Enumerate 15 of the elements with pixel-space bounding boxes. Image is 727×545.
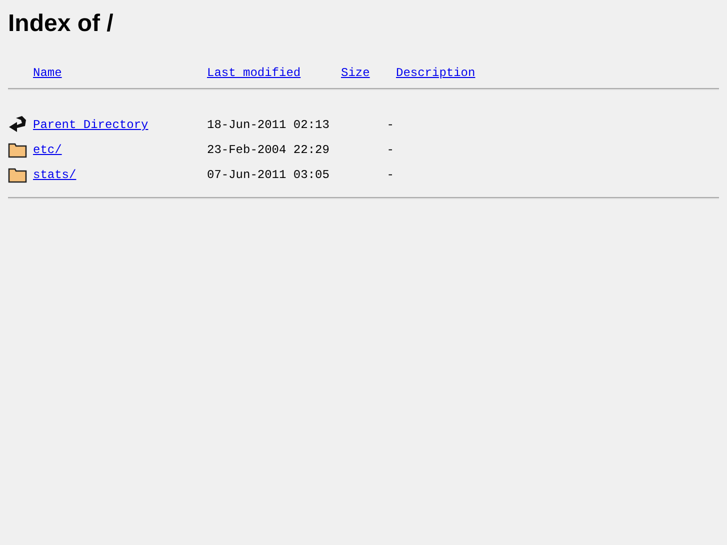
file-size: - (386, 118, 395, 132)
file-size: - (386, 168, 395, 182)
page-title: Index of / (8, 9, 114, 39)
modified-date: 23-Feb-2004 22:29 (207, 143, 330, 157)
file-link[interactable]: etc/ (33, 143, 62, 157)
modified-date: 18-Jun-2011 02:13 (207, 118, 330, 132)
file-link[interactable]: Parent Directory (33, 118, 148, 132)
modified-date: 07-Jun-2011 03:05 (207, 168, 330, 182)
column-header-link[interactable]: Name (33, 66, 62, 80)
column-header-link[interactable]: Last modified (207, 66, 301, 80)
column-header-link[interactable]: Size (341, 66, 370, 80)
back-arrow-icon (8, 115, 28, 135)
file-size: - (386, 143, 395, 157)
file-link[interactable]: stats/ (33, 168, 76, 182)
column-header-link[interactable]: Description (396, 66, 476, 80)
